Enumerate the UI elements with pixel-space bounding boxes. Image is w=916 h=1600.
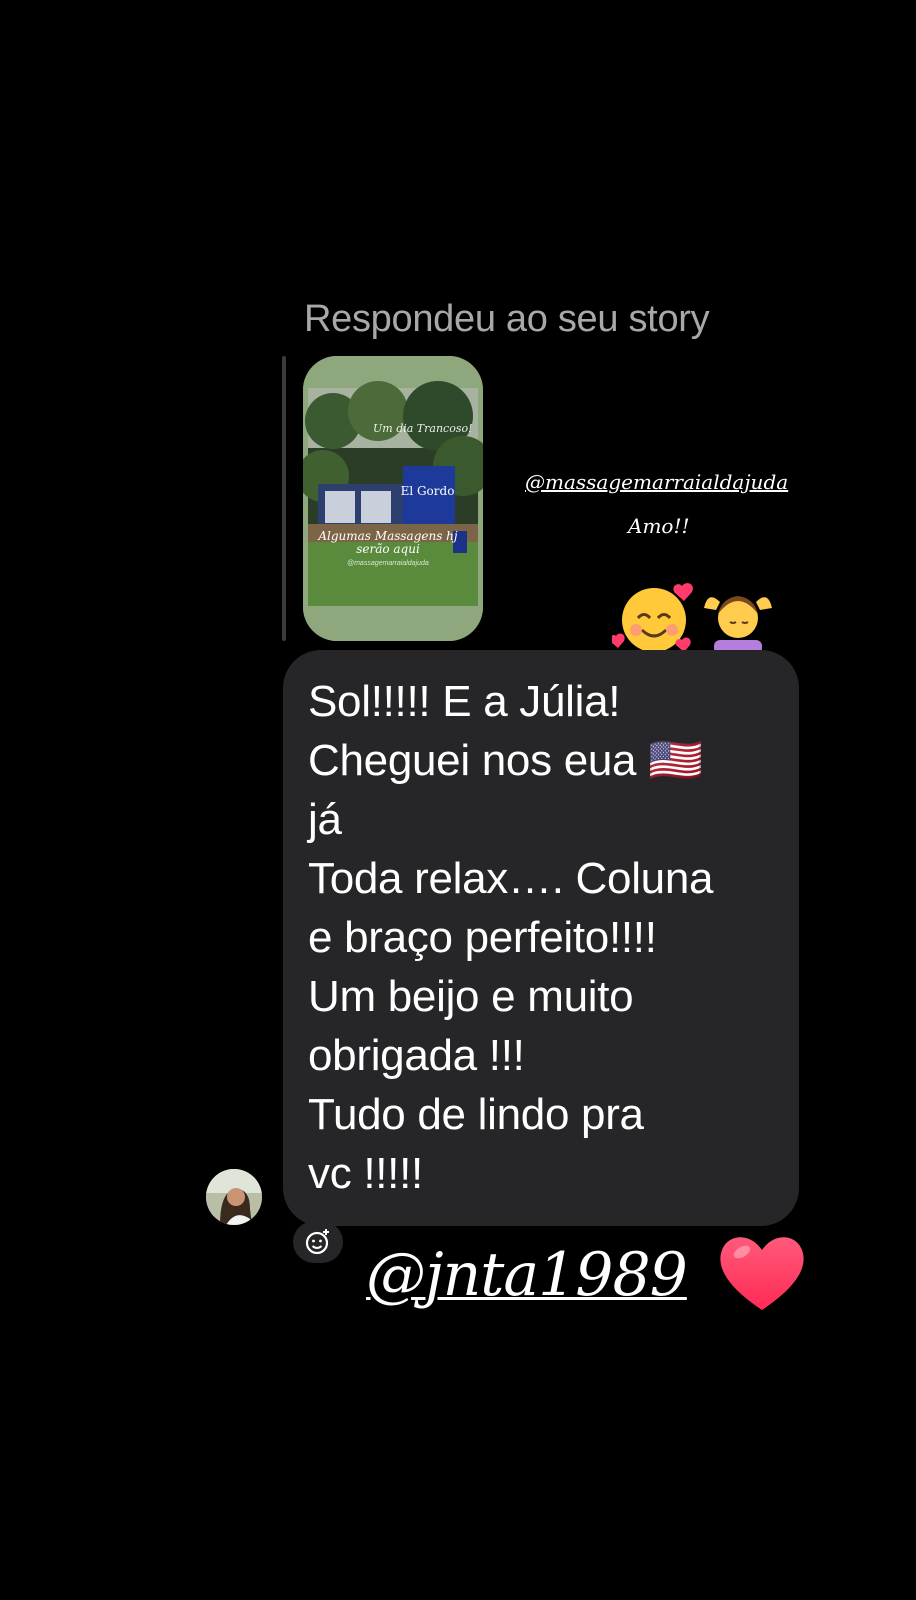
message-line: Sol!!!!! E a Júlia!: [308, 677, 621, 726]
story-caption-top: Um dia Trancoso!: [373, 422, 473, 435]
story-photo: [303, 356, 483, 641]
message-line: e braço perfeito!!!!: [308, 913, 657, 962]
smiling-face-with-hearts-icon: [609, 580, 696, 659]
story-tag: @massagemarraialdajuda: [347, 560, 429, 567]
amo-text: Amo!!: [628, 514, 690, 538]
message-line: Tudo de lindo pra: [308, 1090, 644, 1139]
story-sign: El Gordo: [400, 484, 455, 498]
message-line: obrigada !!!: [308, 1031, 525, 1080]
reply-header: Respondeu ao seu story: [304, 298, 710, 340]
add-reaction-button[interactable]: [293, 1221, 343, 1263]
message-line: Cheguei nos eua 🇺🇸: [308, 736, 703, 785]
mention-overlay[interactable]: @massagemarraialdajuda: [525, 470, 788, 494]
story-caption-bottom: Algumas Massagens hj serão aqui: [318, 529, 458, 556]
red-heart-icon: [716, 1230, 808, 1319]
story-thumbnail[interactable]: Um dia Trancoso! El Gordo Algumas Massag…: [303, 356, 483, 641]
message-line: já: [308, 795, 342, 844]
add-reaction-icon: [305, 1229, 329, 1255]
message-line: Toda relax…. Coluna: [308, 854, 714, 903]
message-line: Um beijo e muito: [308, 972, 634, 1021]
avatar[interactable]: [206, 1169, 262, 1225]
message-line: vc !!!!!: [308, 1149, 423, 1198]
quote-bar: [282, 356, 286, 641]
username-mention[interactable]: @jnta1989: [366, 1240, 688, 1310]
person-getting-massage-icon: [700, 584, 776, 659]
